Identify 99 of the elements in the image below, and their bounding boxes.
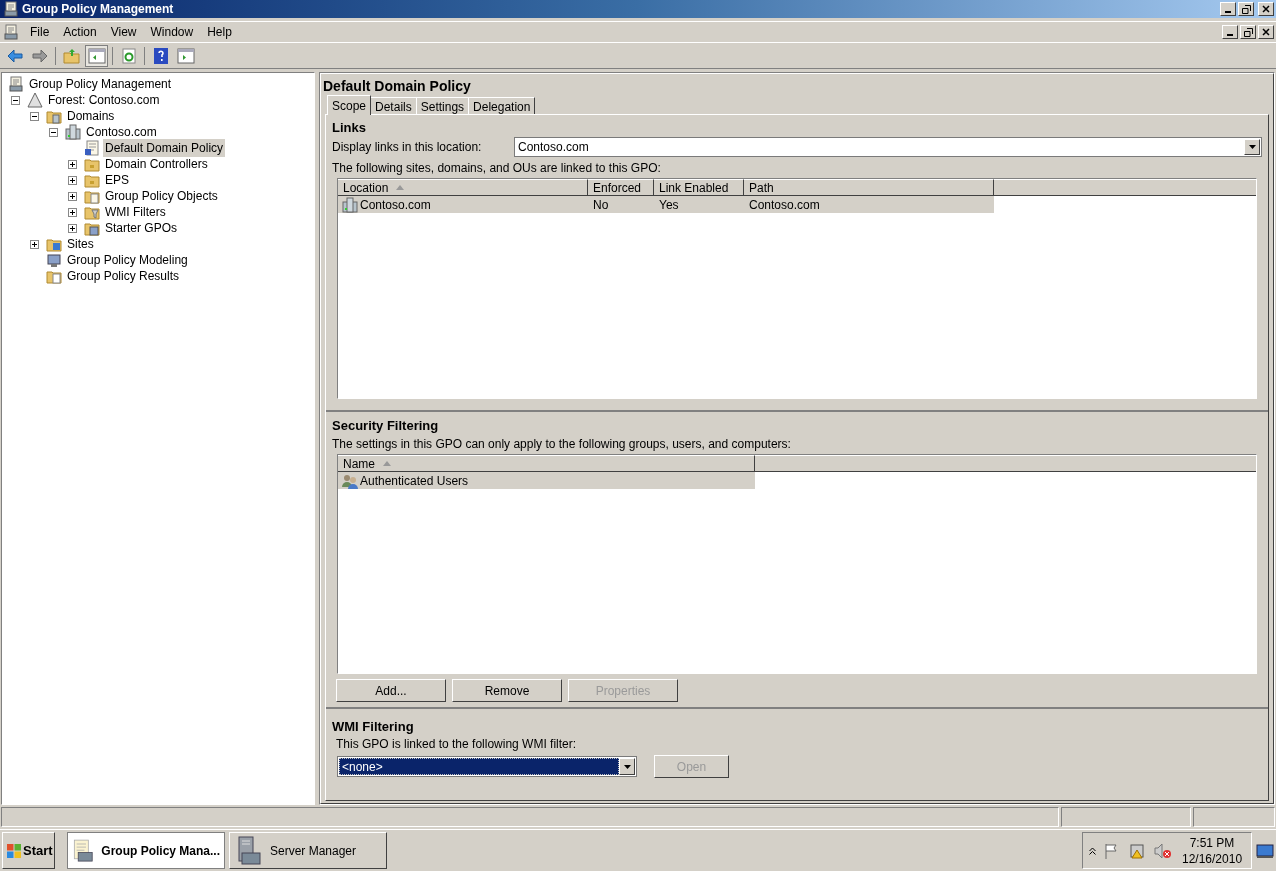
dropdown-arrow-icon [1248,145,1256,149]
tree-item[interactable]: EPS [103,171,131,189]
show-desktop-icon[interactable] [1256,842,1274,859]
network-warning-icon [1128,842,1146,859]
dropdown-arrow-icon [623,764,631,769]
tree-item[interactable]: Domain Controllers [103,155,210,173]
tree-item[interactable]: Sites [65,235,96,253]
expand-icon[interactable] [30,239,39,249]
table-row[interactable]: Authenticated Users [338,472,755,489]
tree-item[interactable]: Contoso.com [84,123,159,141]
table-row[interactable]: Contoso.com No Yes Contoso.com [338,196,994,213]
speaker-muted-icon [1154,842,1172,859]
folder-icon [84,220,100,236]
expand-icon[interactable] [68,175,77,185]
expand-icon[interactable] [68,191,77,201]
close-button[interactable] [1258,2,1274,16]
tab[interactable]: Settings [415,97,470,114]
field-label: Display links in this location: [332,139,483,156]
push-button[interactable]: Remove [452,679,562,702]
policy-title: Default Domain Policy [322,77,472,94]
scroll-icon [3,24,19,40]
scroll-icon [8,76,24,92]
tree-item[interactable]: Domains [65,107,117,125]
collapse-icon[interactable] [11,95,20,105]
section-heading: WMI Filtering [331,718,415,735]
restore-icon [1243,27,1253,37]
tree-item[interactable]: Group Policy Objects [103,187,220,205]
column-header[interactable]: Name [338,455,755,472]
scroll-icon [3,1,19,17]
caption-text: The settings in this GPO can only apply to the following groups, users, and computers: [331,436,792,453]
close-button[interactable] [1258,25,1274,39]
tree-item[interactable]: Default Domain Policy [103,139,226,157]
section-heading: Links [331,119,367,136]
expand-icon[interactable] [68,207,77,217]
sort-up-icon [383,461,391,466]
tree-item[interactable]: Forest: Contoso.com [46,91,162,109]
tab[interactable]: Details [370,97,417,114]
table-cell-text: Yes [659,196,679,214]
table-cell-text: Contoso.com [749,196,820,214]
push-button[interactable]: Add... [336,679,446,702]
sort-up-icon [396,185,405,190]
menu-item[interactable]: File [23,23,57,41]
minimize-button[interactable] [1222,25,1238,39]
collapse-icon[interactable] [30,111,39,121]
column-header[interactable]: Path [744,179,994,196]
menu-item[interactable]: View [103,23,144,41]
policy-icon [84,140,100,156]
menu-item[interactable]: Window [143,23,201,41]
column-header[interactable]: Enforced [588,179,654,196]
tab[interactable]: Delegation [468,97,536,114]
triangle-icon [27,92,43,108]
location-dropdown[interactable]: Contoso.com [514,137,1262,157]
folder-icon [84,204,100,220]
clock-date: 12/16/2010 [1182,850,1243,867]
menu-item[interactable]: Help [200,23,239,41]
table-cell-text: No [593,196,609,214]
collapse-icon[interactable] [49,127,58,137]
restore-button[interactable] [1238,2,1254,16]
expand-icon[interactable] [68,159,77,169]
windows-flag-icon [6,842,22,859]
taskbar-button[interactable]: Group Policy Mana... [67,832,225,869]
caption-text: This GPO is linked to the following WMI filter: [335,736,578,753]
folder-icon [84,172,100,188]
computer-icon [46,252,62,268]
caption-text: The following sites, domains, and OUs are linked to this GPO: [331,160,662,177]
restore-button[interactable] [1240,25,1256,39]
clock-time: 7:51 PM [1189,834,1235,851]
folder-icon [84,188,100,204]
chevron-up-icon [1089,846,1096,855]
menu-item[interactable]: Action [56,23,104,41]
folder-icon [46,268,62,284]
tree-item[interactable]: Group Policy Results [65,267,182,285]
users-icon [342,472,358,489]
restore-icon [1241,4,1251,14]
table-cell-text: Authenticated Users [360,472,469,490]
building-icon [342,196,358,213]
tree-item[interactable]: Starter GPOs [103,219,180,237]
close-icon [1262,5,1270,13]
building-icon [65,124,81,140]
folder-icon [46,108,62,124]
tree-item[interactable]: WMI Filters [103,203,168,221]
minimize-button[interactable] [1220,2,1236,16]
window-title: Group Policy Management [22,1,175,18]
column-header[interactable]: Link Enabled [654,179,744,196]
folder-icon [84,156,100,172]
close-icon [1262,28,1270,36]
start-button[interactable]: Start [2,832,55,869]
tree-item[interactable]: Group Policy Management [27,75,174,93]
wmi-filter-dropdown[interactable]: <none> [337,756,637,777]
folder-icon [46,236,62,252]
section-heading: Security Filtering [331,417,440,434]
column-header[interactable]: Location [338,179,588,196]
console-tree-icon[interactable] [85,44,108,67]
flag-icon [1104,842,1120,859]
taskbar-button[interactable]: Server Manager [229,832,387,869]
tree-item[interactable]: Group Policy Modeling [65,251,190,269]
expand-icon[interactable] [68,223,77,233]
table-cell-text: Contoso.com [360,196,431,214]
tab[interactable]: Scope [327,95,372,115]
